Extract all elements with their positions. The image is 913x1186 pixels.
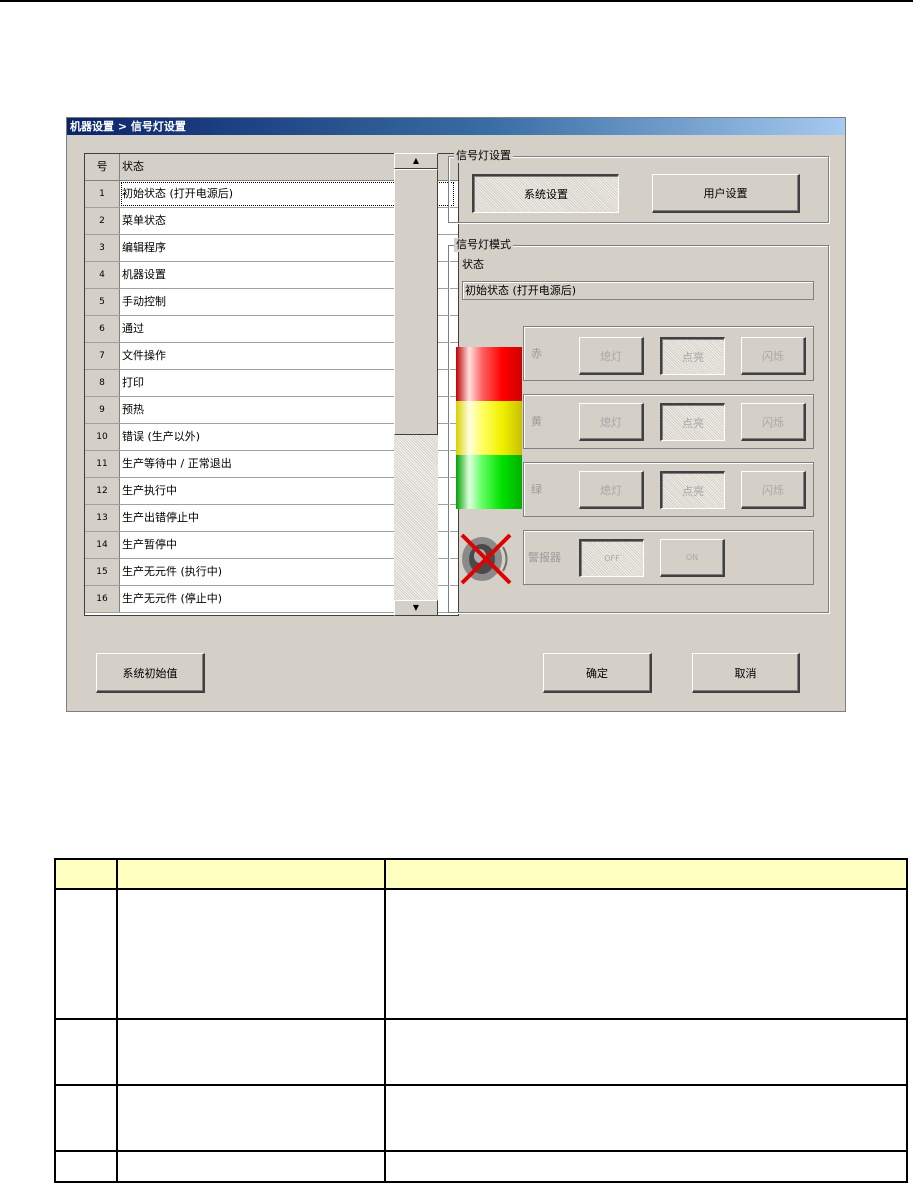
ok-button[interactable]: 确定 — [543, 653, 652, 693]
muted-speaker-icon — [456, 529, 516, 589]
system-default-button[interactable]: 系统初始值 — [96, 653, 205, 693]
buzzer-on-button[interactable]: ON — [660, 539, 725, 577]
row-state: 机器设置 — [122, 268, 166, 281]
row-state: 错误 (生产以外) — [122, 430, 201, 443]
green-lamp-icon — [456, 455, 522, 509]
row-number: 2 — [85, 208, 120, 234]
yellow-off-button[interactable]: 熄灯 — [579, 403, 644, 441]
red-lamp-icon — [456, 347, 522, 401]
doc-cell — [116, 1018, 386, 1086]
signal-setting-group: 信号灯设置 系统设置 用户设置 — [448, 149, 829, 223]
red-light-label: 赤 — [531, 347, 542, 360]
row-number: 6 — [85, 316, 120, 342]
doc-cell — [54, 1084, 118, 1152]
yellow-light-label: 黄 — [531, 415, 542, 428]
row-state: 编辑程序 — [122, 241, 166, 254]
doc-cell — [54, 1018, 118, 1086]
doc-cell — [384, 888, 908, 1020]
row-state: 生产等待中 / 正常退出 — [122, 457, 232, 470]
scrollbar-thumb[interactable] — [394, 169, 438, 435]
row-number: 8 — [85, 370, 120, 396]
row-number: 1 — [85, 181, 120, 207]
doc-cell — [54, 888, 118, 1020]
header-state: 状态 — [122, 160, 144, 173]
row-state: 手动控制 — [122, 295, 166, 308]
row-state: 生产无元件 (执行中) — [122, 565, 223, 578]
row-state: 通过 — [122, 322, 144, 335]
row-number: 3 — [85, 235, 120, 261]
doc-cell — [116, 1150, 386, 1183]
row-state: 生产执行中 — [122, 484, 177, 497]
yellow-blink-button[interactable]: 闪烁 — [741, 403, 806, 441]
row-number: 13 — [85, 505, 120, 531]
row-number: 9 — [85, 397, 120, 423]
scroll-down-button[interactable]: ▼ — [394, 600, 438, 616]
doc-cell — [54, 1150, 118, 1183]
doc-cell — [116, 1084, 386, 1152]
green-off-button[interactable]: 熄灯 — [579, 471, 644, 509]
header-number: 号 — [85, 154, 120, 180]
row-number: 4 — [85, 262, 120, 288]
window-title: 机器设置 > 信号灯设置 — [67, 118, 845, 135]
arrow-down-icon: ▼ — [412, 603, 420, 612]
document-table — [54, 858, 908, 1183]
row-state: 生产无元件 (停止中) — [122, 592, 223, 605]
row-state: 菜单状态 — [122, 214, 166, 227]
state-display-field: 初始状态 (打开电源后) — [462, 281, 814, 300]
green-on-button[interactable]: 点亮 — [660, 471, 725, 509]
row-state: 打印 — [122, 376, 144, 389]
system-setting-button[interactable]: 系统设置 — [472, 174, 619, 213]
red-on-button[interactable]: 点亮 — [660, 337, 725, 375]
doc-header-cell — [54, 858, 118, 890]
row-number: 14 — [85, 532, 120, 558]
doc-cell — [384, 1084, 908, 1152]
red-light-row: 赤 熄灯 点亮 闪烁 — [523, 326, 814, 381]
cancel-button[interactable]: 取消 — [692, 653, 800, 693]
arrow-up-icon: ▲ — [412, 156, 420, 165]
signal-mode-group: 信号灯模式 状态 初始状态 (打开电源后) 赤 熄灯 点亮 闪烁 黄 熄灯 点亮… — [448, 238, 829, 613]
red-blink-button[interactable]: 闪烁 — [741, 337, 806, 375]
scroll-up-button[interactable]: ▲ — [394, 153, 438, 169]
row-number: 15 — [85, 559, 120, 585]
row-number: 16 — [85, 586, 120, 612]
signal-setting-title: 信号灯设置 — [454, 149, 513, 163]
row-state: 生产出错停止中 — [122, 511, 199, 524]
row-number: 7 — [85, 343, 120, 369]
green-blink-button[interactable]: 闪烁 — [741, 471, 806, 509]
yellow-light-row: 黄 熄灯 点亮 闪烁 — [523, 394, 814, 449]
buzzer-off-button[interactable]: OFF — [579, 539, 644, 577]
green-light-label: 绿 — [531, 483, 542, 496]
row-number: 12 — [85, 478, 120, 504]
row-number: 10 — [85, 424, 120, 450]
green-light-row: 绿 熄灯 点亮 闪烁 — [523, 462, 814, 517]
row-state: 预热 — [122, 403, 144, 416]
page-top-rule — [0, 0, 913, 2]
doc-cell — [116, 888, 386, 1020]
buzzer-row: 警报器 OFF ON — [523, 530, 814, 585]
doc-cell — [384, 1018, 908, 1086]
doc-cell — [384, 1150, 908, 1183]
buzzer-label: 警报器 — [528, 551, 561, 564]
signal-mode-title: 信号灯模式 — [454, 238, 513, 252]
doc-header-cell — [116, 858, 386, 890]
red-off-button[interactable]: 熄灯 — [579, 337, 644, 375]
row-number: 11 — [85, 451, 120, 477]
user-setting-button[interactable]: 用户设置 — [652, 174, 800, 213]
table-scrollbar[interactable]: ▲ ▼ — [394, 153, 438, 616]
yellow-lamp-icon — [456, 401, 522, 455]
yellow-on-button[interactable]: 点亮 — [660, 403, 725, 441]
row-state: 文件操作 — [122, 349, 166, 362]
signal-light-settings-dialog: 机器设置 > 信号灯设置 号 状态 1 初始状态 (打开电源后) 2 菜单状态 3 编辑程… — [66, 117, 846, 712]
state-label: 状态 — [462, 258, 484, 271]
doc-header-cell — [384, 858, 908, 890]
row-number: 5 — [85, 289, 120, 315]
row-state: 生产暂停中 — [122, 538, 177, 551]
